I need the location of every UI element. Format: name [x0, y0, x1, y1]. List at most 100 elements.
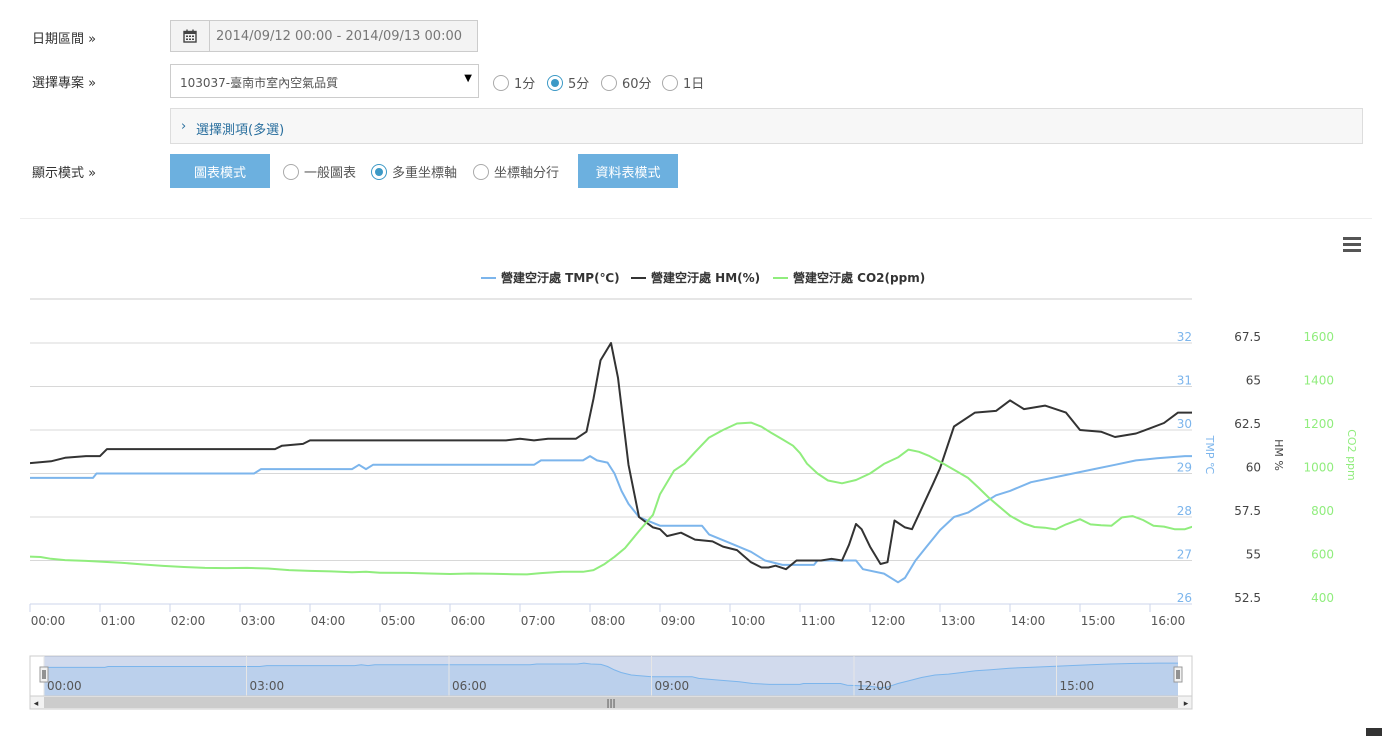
- hamburger-menu-icon[interactable]: [1343, 237, 1361, 253]
- co2-axis-tick: 1400: [1303, 374, 1334, 388]
- chevron-right-icon: ›: [181, 119, 187, 134]
- scrollbar-left-arrow-icon: ◂: [34, 699, 39, 709]
- legend-item: 營建空汙處 TMP(℃): [501, 270, 620, 285]
- co2-axis-tick: 1200: [1303, 417, 1334, 431]
- interval-radio-60min[interactable]: 60分: [601, 73, 652, 92]
- hm-axis-title: HM %: [1272, 439, 1285, 471]
- hm-axis-tick: 62.5: [1234, 417, 1261, 431]
- project-select[interactable]: 103037-臺南市室內空氣品質 ▼: [170, 64, 479, 98]
- tmp-axis-tick: 27: [1177, 548, 1192, 562]
- tmp-axis-tick: 31: [1177, 374, 1192, 388]
- tmp-axis-tick: 28: [1177, 504, 1192, 518]
- co2-axis-title: CO2 ppm: [1345, 429, 1358, 481]
- legend-item: 營建空汙處 CO2(ppm): [793, 270, 925, 285]
- scrollbar-thumb: [44, 697, 1178, 708]
- tmp-axis-tick: 29: [1177, 461, 1192, 475]
- navigator-tick-label: 15:00: [1060, 679, 1095, 693]
- navigator-area: [44, 663, 1178, 696]
- divider: [20, 218, 1372, 219]
- corner-block: [1366, 728, 1382, 736]
- radio-icon: [371, 163, 387, 180]
- x-tick-label: 13:00: [941, 614, 976, 628]
- radio-icon: [493, 74, 509, 91]
- x-tick-label: 16:00: [1151, 614, 1186, 628]
- navigator-tick-label: 03:00: [250, 679, 285, 693]
- x-tick-label: 00:00: [31, 614, 66, 628]
- scrollbar-grip: |||: [606, 699, 615, 709]
- interval-radio-5min[interactable]: 5分: [547, 73, 589, 92]
- display-mode-label: 顯示模式 »: [32, 166, 97, 181]
- tmp-axis-tick: 30: [1177, 417, 1192, 431]
- radio-icon: [473, 163, 489, 180]
- date-range-input[interactable]: 2014/09/12 00:00 - 2014/09/13 00:00: [170, 20, 478, 52]
- tmp-axis-title: TMP ℃: [1203, 435, 1216, 475]
- co2-axis-tick: 1600: [1303, 330, 1334, 344]
- interval-radio-1min[interactable]: 1分: [493, 73, 535, 92]
- interval-label: 5分: [568, 77, 590, 92]
- x-tick-label: 04:00: [311, 614, 346, 628]
- x-tick-label: 02:00: [171, 614, 206, 628]
- interval-label: 1分: [514, 77, 536, 92]
- scrollbar-right-arrow-icon: ▸: [1184, 699, 1189, 709]
- x-tick-label: 07:00: [521, 614, 556, 628]
- navigator-tick-label: 12:00: [857, 679, 892, 693]
- table-mode-button[interactable]: 資料表模式: [578, 154, 678, 188]
- scrollbar-track: [29, 695, 1193, 710]
- interval-label: 1日: [683, 77, 705, 92]
- chart-mode-button[interactable]: 圖表模式: [170, 154, 270, 188]
- project-label: 選擇專案 »: [32, 76, 97, 91]
- hm-axis-tick: 67.5: [1234, 330, 1261, 344]
- navigator-tick-label: 06:00: [452, 679, 487, 693]
- date-range-label: 日期區間 »: [32, 32, 97, 47]
- radio-icon: [662, 74, 678, 91]
- series-line-co2: [30, 421, 1192, 576]
- legend-item: 營建空汙處 HM(%): [651, 270, 760, 285]
- x-tick-label: 08:00: [591, 614, 626, 628]
- series-line-hm: [30, 342, 1192, 571]
- x-tick-label: 11:00: [801, 614, 836, 628]
- hm-axis-tick: 55: [1246, 548, 1261, 562]
- radio-icon: [547, 74, 563, 91]
- x-tick-label: 09:00: [661, 614, 696, 628]
- display-mode-option: 一般圖表: [304, 166, 357, 181]
- co2-axis-tick: 600: [1311, 548, 1334, 562]
- navigator-frame: [29, 655, 1193, 697]
- hm-axis-tick: 60: [1246, 461, 1261, 475]
- x-tick-label: 10:00: [731, 614, 766, 628]
- measure-toggle-label: 選擇測項(多選): [196, 123, 285, 138]
- calendar-icon[interactable]: [171, 21, 210, 51]
- navigator-line: [44, 662, 1178, 689]
- caret-down-icon: ▼: [464, 73, 472, 84]
- hm-axis-tick: 65: [1246, 374, 1261, 388]
- x-tick-label: 01:00: [101, 614, 136, 628]
- x-tick-label: 06:00: [451, 614, 486, 628]
- measure-collapse[interactable]: › 選擇測項(多選): [170, 108, 1363, 144]
- x-tick-label: 03:00: [241, 614, 276, 628]
- interval-radio-1day[interactable]: 1日: [662, 73, 704, 92]
- navigator-mask: [44, 656, 1178, 696]
- x-tick-label: 15:00: [1081, 614, 1116, 628]
- co2-axis-tick: 800: [1311, 504, 1334, 518]
- display-radio-split-axis[interactable]: 坐標軸分行: [473, 162, 559, 181]
- interval-label: 60分: [622, 77, 652, 92]
- radio-icon: [601, 74, 617, 91]
- x-tick-label: 12:00: [871, 614, 906, 628]
- tmp-axis-tick: 26: [1177, 591, 1192, 605]
- x-tick-label: 14:00: [1011, 614, 1046, 628]
- series-line-tmp: [30, 455, 1192, 584]
- hm-axis-tick: 52.5: [1234, 591, 1261, 605]
- date-range-value: 2014/09/12 00:00 - 2014/09/13 00:00: [216, 29, 463, 44]
- display-mode-option: 多重坐標軸: [392, 166, 458, 181]
- project-select-value: 103037-臺南市室內空氣品質: [180, 76, 339, 90]
- co2-axis-tick: 400: [1311, 591, 1334, 605]
- display-mode-option: 坐標軸分行: [494, 166, 560, 181]
- co2-axis-tick: 1000: [1303, 461, 1334, 475]
- navigator-handle: [39, 666, 49, 683]
- display-radio-multi-axis[interactable]: 多重坐標軸: [371, 162, 457, 181]
- navigator-tick-label: 00:00: [47, 679, 82, 693]
- tmp-axis-tick: 32: [1177, 330, 1192, 344]
- hm-axis-tick: 57.5: [1234, 504, 1261, 518]
- navigator-tick-label: 09:00: [655, 679, 690, 693]
- display-radio-general[interactable]: 一般圖表: [283, 162, 356, 181]
- navigator-handle: [1173, 666, 1183, 683]
